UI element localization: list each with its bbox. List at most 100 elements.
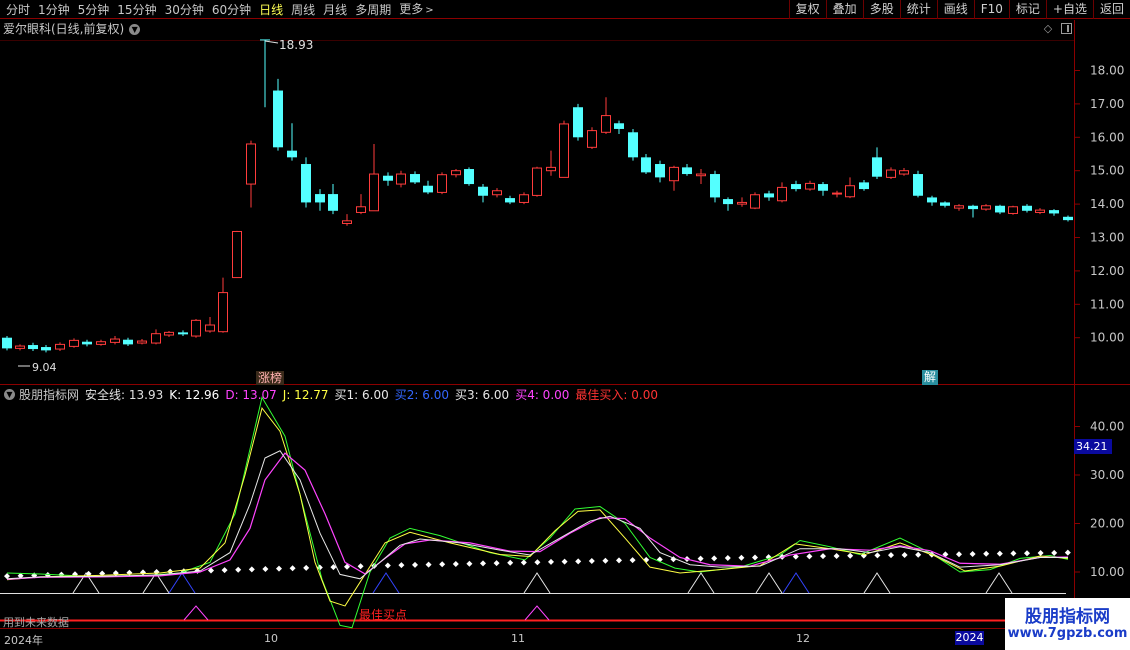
indicator-field: 买2: 6.00 bbox=[394, 388, 449, 402]
indicator-field: K: 12.96 bbox=[169, 388, 220, 402]
safety-dot bbox=[561, 558, 568, 565]
chart-canvas[interactable]: 18.00 17.00 16.00 15.00 14.00 13.00 12.00 11.00… bbox=[0, 0, 1130, 650]
candle-body bbox=[805, 182, 815, 190]
safety-dot bbox=[262, 565, 269, 572]
candle-body bbox=[82, 341, 92, 345]
safety-dot bbox=[548, 558, 554, 565]
candle-body bbox=[28, 345, 38, 350]
candle bbox=[913, 170, 923, 198]
price-axis: 18.00 17.00 16.00 15.00 14.00 13.00 12.00 11.00… bbox=[1074, 64, 1124, 345]
chevron-down-icon[interactable]: ▼ bbox=[129, 23, 141, 35]
stock-chart-window: 分时 1分钟 5分钟 15分钟 30分钟 60分钟 日线 周线 月线 多周期 更… bbox=[0, 0, 1130, 650]
candle-body bbox=[764, 193, 774, 198]
safety-dot bbox=[289, 565, 296, 572]
candle-body bbox=[437, 174, 447, 193]
limit-up-marker[interactable]: 涨榜 bbox=[256, 371, 285, 385]
candle-body bbox=[737, 201, 747, 205]
candle bbox=[478, 184, 488, 203]
candle bbox=[587, 127, 597, 149]
candle bbox=[505, 195, 515, 205]
safety-dot bbox=[520, 559, 527, 566]
candle-body bbox=[601, 115, 611, 133]
safety-dot bbox=[126, 569, 133, 576]
buy4-triangle bbox=[524, 605, 550, 621]
candle-body bbox=[205, 324, 215, 332]
safety-dot bbox=[235, 566, 242, 573]
candle bbox=[614, 120, 624, 134]
candle bbox=[492, 188, 502, 198]
candle bbox=[805, 180, 815, 191]
safety-dot bbox=[588, 558, 595, 565]
candle-body bbox=[655, 164, 665, 178]
indicator-tick-label: 40.00 bbox=[1090, 420, 1124, 434]
safety-dot bbox=[901, 551, 908, 558]
safety-dot bbox=[1010, 550, 1017, 557]
candle-body bbox=[968, 205, 978, 210]
candle bbox=[1035, 208, 1045, 215]
indicator-name[interactable]: 股朋指标网 bbox=[19, 386, 79, 403]
candle-body bbox=[464, 169, 474, 185]
candle-body bbox=[1008, 206, 1018, 214]
candle bbox=[981, 204, 991, 211]
indicator-header: ▼ 股朋指标网 安全线: 13.93 K: 12.96 D: 13.07 J: 12.… bbox=[0, 387, 664, 402]
safety-dot bbox=[480, 560, 486, 567]
indicator-field: 买3: 6.00 bbox=[454, 388, 510, 402]
candle-body bbox=[2, 337, 12, 349]
price-tick-label: 11.00 bbox=[1090, 297, 1124, 311]
candle-body bbox=[546, 166, 556, 172]
safety-dot bbox=[412, 561, 418, 568]
candle bbox=[218, 277, 228, 333]
safety-dot bbox=[697, 555, 704, 562]
safety-dot bbox=[1064, 549, 1071, 556]
candle-body bbox=[981, 205, 991, 210]
safety-dot bbox=[915, 551, 922, 558]
watermark-title: 股朋指标网 bbox=[1025, 607, 1110, 627]
safety-dot bbox=[466, 560, 473, 567]
buy1-triangle bbox=[863, 572, 891, 594]
candle bbox=[764, 190, 774, 201]
buy1-triangle bbox=[523, 572, 551, 594]
candle-body bbox=[218, 292, 228, 333]
candle-body bbox=[927, 197, 937, 203]
safety-dot bbox=[384, 562, 391, 569]
candle bbox=[818, 182, 828, 196]
safety-dot bbox=[956, 551, 962, 558]
candle-body bbox=[260, 39, 270, 41]
candle bbox=[396, 170, 406, 188]
diamond-icon[interactable]: ◇ bbox=[1042, 23, 1054, 35]
candle-body bbox=[832, 192, 842, 195]
candle-body bbox=[696, 173, 706, 177]
watermark-url: www.7gpzb.com bbox=[1007, 626, 1128, 641]
price-tick-label: 17.00 bbox=[1090, 97, 1124, 111]
candle bbox=[737, 197, 747, 207]
safety-dot bbox=[738, 554, 745, 561]
candle bbox=[464, 167, 474, 186]
candle bbox=[832, 190, 842, 198]
candle bbox=[178, 330, 188, 337]
candle bbox=[423, 180, 433, 195]
price-tick-label: 18.00 bbox=[1090, 64, 1124, 78]
candle bbox=[232, 230, 242, 279]
stock-title[interactable]: 爱尔眼科(日线,前复权) ▼ bbox=[3, 21, 141, 37]
candle-body bbox=[178, 332, 188, 335]
price-tick-label: 10.00 bbox=[1090, 331, 1124, 345]
safety-dot bbox=[452, 560, 459, 567]
future-data-label: 用到未来数据 bbox=[3, 616, 69, 629]
safety-dot bbox=[806, 553, 813, 560]
indicator-field: D: 13.07 bbox=[225, 388, 277, 402]
candle-body bbox=[492, 190, 502, 196]
candle bbox=[559, 120, 569, 178]
candle bbox=[710, 170, 720, 203]
indicator-field: 买1: 6.00 bbox=[334, 388, 389, 402]
candle-body bbox=[342, 220, 352, 224]
candle-body bbox=[164, 331, 174, 336]
unlock-marker[interactable]: 解 bbox=[922, 370, 939, 385]
safety-dot bbox=[221, 567, 228, 574]
candle-body bbox=[315, 194, 325, 203]
candle-body bbox=[478, 186, 488, 196]
panel-toggle-icon[interactable] bbox=[1061, 23, 1072, 34]
high-low-annotations: 18.93 9.04 bbox=[18, 38, 313, 374]
safety-dot bbox=[303, 564, 310, 571]
chevron-down-icon[interactable]: ▼ bbox=[4, 389, 15, 400]
candle bbox=[886, 167, 896, 180]
